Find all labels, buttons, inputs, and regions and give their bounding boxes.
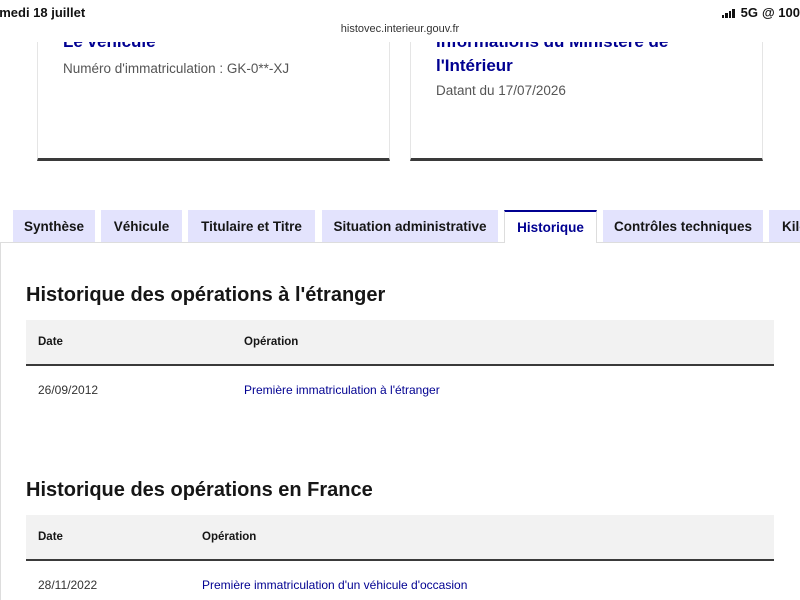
- foreign-operation-header: Opération: [244, 336, 299, 348]
- table-row-operation: Première immatriculation à l'étranger: [244, 383, 440, 397]
- foreign-date-header: Date: [38, 336, 63, 348]
- france-operation-header: Opération: [202, 531, 257, 543]
- foreign-history-title: Historique des opérations à l'étranger: [26, 284, 386, 306]
- url-bar[interactable]: histovec.interieur.gouv.fr: [0, 23, 800, 35]
- ministry-card-title-line2: l'Intérieur: [436, 56, 513, 75]
- data-date: Datant du 17/07/2026: [436, 83, 566, 98]
- signal-icon: [721, 8, 735, 18]
- tab-titulaire[interactable]: Titulaire et Titre: [188, 210, 315, 242]
- registration-number: Numéro d'immatriculation : GK-0**-XJ: [63, 61, 290, 76]
- tab-kilometrage[interactable]: Kilo: [769, 210, 800, 242]
- table-row-date: 28/11/2022: [38, 578, 98, 592]
- status-extra: @ 100: [762, 5, 800, 20]
- france-date-header: Date: [38, 531, 63, 543]
- tab-situation-administrative[interactable]: Situation administrative: [322, 210, 498, 242]
- france-history-title: Historique des opérations en France: [26, 479, 373, 501]
- table-row-date: 26/09/2012: [38, 383, 99, 397]
- network-label: 5G: [740, 5, 759, 20]
- foreign-table-header: Date Opération: [26, 320, 774, 366]
- tab-controles-techniques[interactable]: Contrôles techniques: [603, 210, 763, 242]
- tab-bar: Synthèse Véhicule Titulaire et Titre Sit…: [0, 210, 800, 243]
- status-indicators: 5G @ 100: [721, 5, 800, 20]
- tab-vehicule[interactable]: Véhicule: [101, 210, 182, 242]
- table-row-operation: Première immatriculation d'un véhicule d…: [202, 578, 468, 592]
- tab-historique[interactable]: Historique: [504, 210, 597, 243]
- status-date: amedi 18 juillet: [0, 5, 86, 20]
- france-table-header: Date Opération: [26, 515, 774, 561]
- status-bar: amedi 18 juillet 5G @ 100 histovec.inter…: [0, 0, 800, 42]
- tab-synthese[interactable]: Synthèse: [13, 210, 95, 242]
